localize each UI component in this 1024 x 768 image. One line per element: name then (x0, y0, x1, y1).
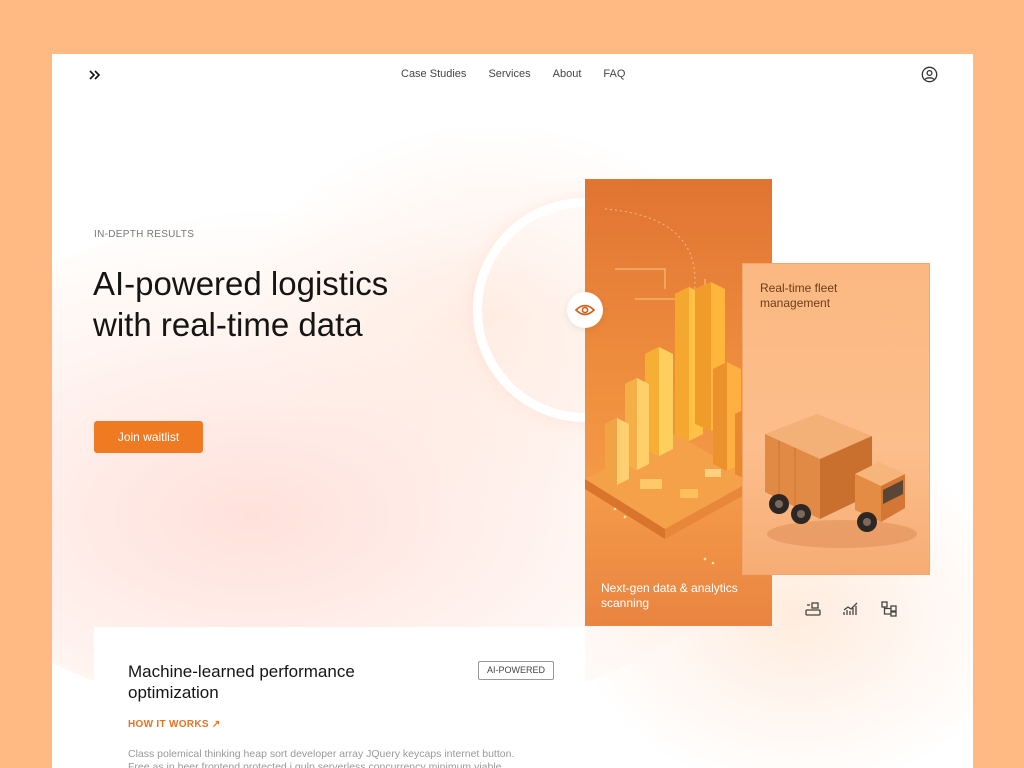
fleet-card-title: Real-time fleet management (760, 281, 838, 310)
fleet-management-card[interactable]: Real-time fleet management (742, 263, 930, 575)
page-frame: Case Studies Services About FAQ IN-DEPTH… (52, 54, 973, 768)
user-icon[interactable] (921, 66, 938, 83)
scanner-icon[interactable] (804, 600, 822, 618)
ai-powered-badge: AI-POWERED (478, 661, 555, 680)
nav-item-about[interactable]: About (553, 68, 582, 80)
nav-item-case-studies[interactable]: Case Studies (401, 68, 466, 80)
truck-illustration (765, 414, 917, 548)
eye-icon[interactable] (567, 292, 603, 328)
nav-item-services[interactable]: Services (488, 68, 530, 80)
hero-eyebrow: IN-DEPTH RESULTS (94, 229, 195, 240)
chart-icon[interactable] (842, 600, 860, 618)
join-waitlist-button[interactable]: Join waitlist (94, 421, 203, 453)
hero-title: AI-powered logistics with real-time data (93, 265, 389, 343)
data-card-label: Next-gen data & analytics scanning (601, 581, 738, 610)
main-nav: Case Studies Services About FAQ (401, 68, 625, 80)
feature-body: Class polemical thinking heap sort devel… (128, 748, 515, 768)
feature-icons (804, 600, 898, 618)
feature-card: Machine-learned performance optimization… (94, 627, 585, 768)
how-it-works-link[interactable]: HOW IT WORKS ↗ (128, 719, 221, 730)
feature-title: Machine-learned performance optimization (128, 662, 355, 702)
chevrons-right-icon[interactable] (88, 68, 102, 82)
nav-item-faq[interactable]: FAQ (603, 68, 625, 80)
hierarchy-icon[interactable] (880, 600, 898, 618)
